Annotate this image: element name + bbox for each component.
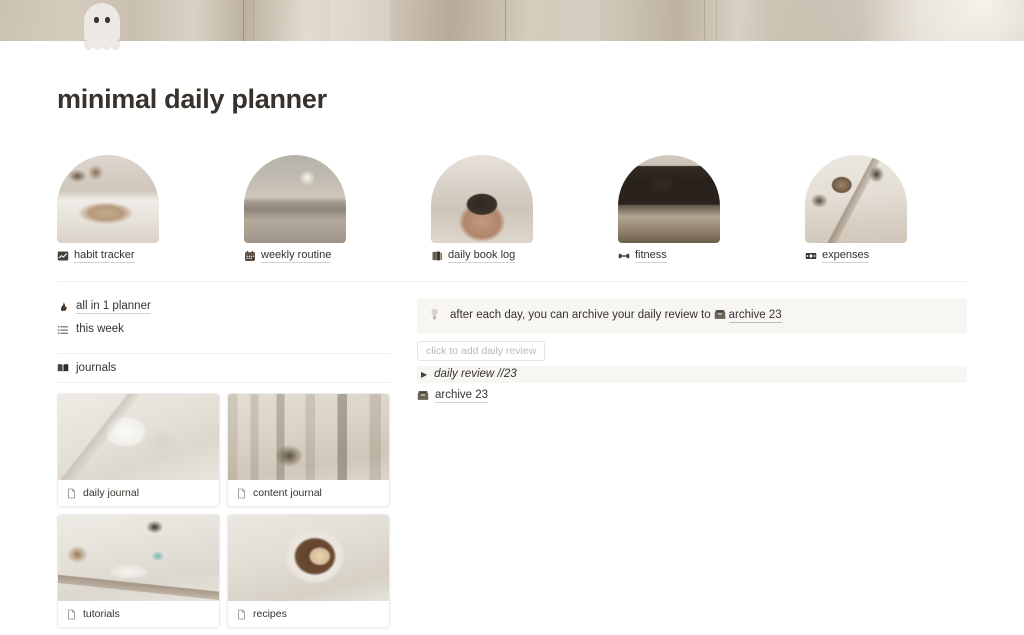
gallery-card-habit-tracker[interactable]: habit tracker [57, 155, 159, 263]
bar-chart-icon [57, 250, 69, 262]
gallery-label-text: weekly routine [261, 249, 332, 263]
callout-block: after each day, you can archive your dai… [417, 298, 967, 334]
right-column: after each day, you can archive your dai… [417, 298, 967, 403]
journal-label-text: tutorials [83, 608, 120, 620]
gallery-card-label: fitness [618, 249, 720, 263]
notion-page: minimal daily planner habit tracker week… [0, 0, 1024, 635]
page-icon [236, 609, 247, 620]
gallery-card-label: weekly routine [244, 249, 346, 263]
lightbulb-icon [429, 308, 440, 321]
habit-tracker-thumbnail[interactable] [57, 155, 159, 243]
ghost-eye-left [94, 17, 99, 23]
page-title[interactable]: minimal daily planner [57, 84, 327, 115]
journal-card-grid: daily journal content journal tutorials … [57, 393, 390, 628]
journals-section-header[interactable]: journals [57, 353, 390, 383]
gallery-card-fitness[interactable]: fitness [618, 155, 720, 263]
triangle-right-icon[interactable]: ▶ [421, 370, 427, 379]
content-journal-thumbnail [228, 394, 389, 480]
journal-card-label: content journal [228, 480, 389, 506]
gallery-card-weekly-routine[interactable]: weekly routine [244, 155, 346, 263]
gallery-card-expenses[interactable]: expenses [805, 155, 907, 263]
journal-card-content-journal[interactable]: content journal [227, 393, 390, 507]
journal-card-label: daily journal [58, 480, 219, 506]
journal-card-daily-journal[interactable]: daily journal [57, 393, 220, 507]
gallery-card-label: daily book log [431, 249, 533, 263]
journal-label-text: content journal [253, 487, 322, 499]
calendar-icon [244, 250, 256, 262]
fitness-thumbnail[interactable] [618, 155, 720, 243]
gallery-label-text: expenses [822, 249, 870, 263]
journal-card-recipes[interactable]: recipes [227, 514, 390, 628]
cover-image[interactable] [0, 0, 1024, 41]
gallery-label-text: daily book log [448, 249, 516, 263]
left-column: all in 1 planner this week journals dail… [57, 295, 390, 628]
callout-text: after each day, you can archive your dai… [450, 308, 782, 324]
open-book-icon [57, 362, 69, 374]
journals-header-label: journals [76, 362, 117, 374]
gallery-label-text: fitness [635, 249, 667, 263]
page-icon [66, 609, 77, 620]
daily-journal-thumbnail [58, 394, 219, 480]
list-icon [57, 324, 69, 336]
archive-page-link[interactable]: archive 23 [417, 389, 967, 403]
card-file-box-icon [714, 309, 726, 320]
sidebar-link-label: this week [76, 323, 124, 335]
callout-text-before: after each day, you can archive your dai… [450, 309, 711, 321]
dumbbell-icon [618, 250, 630, 262]
journal-label-text: daily journal [83, 487, 140, 499]
sidebar-link-label: all in 1 planner [76, 299, 151, 314]
archive-link-label: archive 23 [435, 388, 489, 403]
ghost-body [84, 3, 120, 41]
daily-book-log-thumbnail[interactable] [431, 155, 533, 243]
sidebar-item-all-in-1-planner[interactable]: all in 1 planner [57, 295, 390, 318]
page-icon [66, 488, 77, 499]
section-divider [57, 281, 967, 282]
tutorials-thumbnail [58, 515, 219, 601]
add-daily-review-button[interactable]: click to add daily review [417, 340, 546, 361]
banknote-icon [805, 250, 817, 262]
recipes-thumbnail [228, 515, 389, 601]
journal-card-label: recipes [228, 601, 389, 627]
expenses-thumbnail[interactable] [805, 155, 907, 243]
fire-icon [57, 301, 69, 313]
daily-review-toggle[interactable]: ▶ daily review //23 [417, 365, 967, 383]
callout-archive-link[interactable]: archive 23 [728, 309, 782, 323]
journal-card-tutorials[interactable]: tutorials [57, 514, 220, 628]
page-icon [236, 488, 247, 499]
books-icon [431, 250, 443, 262]
ghost-eye-right [105, 17, 110, 23]
journal-label-text: recipes [253, 608, 287, 620]
gallery-card-label: expenses [805, 249, 907, 263]
ghost-icon[interactable] [84, 3, 120, 50]
weekly-routine-thumbnail[interactable] [244, 155, 346, 243]
toggle-label: daily review //23 [434, 368, 517, 381]
gallery-row: habit tracker weekly routine daily book … [57, 155, 967, 270]
sidebar-item-this-week[interactable]: this week [57, 318, 390, 341]
journal-card-label: tutorials [58, 601, 219, 627]
gallery-card-daily-book-log[interactable]: daily book log [431, 155, 533, 263]
card-file-box-icon [417, 390, 429, 401]
gallery-label-text: habit tracker [74, 249, 135, 263]
gallery-card-label: habit tracker [57, 249, 159, 263]
